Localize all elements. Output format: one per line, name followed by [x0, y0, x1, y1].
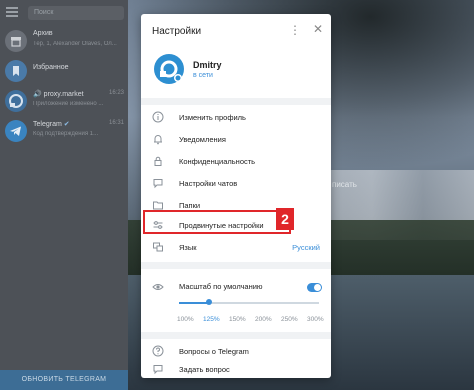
chat-item-archive[interactable]: Архив Тер, 1, Alexander Olaves, Ол...	[0, 26, 128, 56]
chat-preview: Тер, 1, Alexander Olaves, Ол...	[33, 41, 117, 47]
chat-item-proxy-market[interactable]: 🔊 proxy.market Приложение изменено ... 1…	[0, 86, 128, 116]
scale-slider[interactable]	[179, 299, 319, 305]
background-caption: писать	[332, 180, 357, 189]
menu-item-label: Папки	[179, 201, 201, 210]
chat-time: 16:31	[108, 120, 124, 126]
info-icon	[152, 111, 164, 123]
chat-bubble-icon	[153, 179, 163, 189]
chat-name: 🔊 proxy.market	[33, 91, 84, 98]
chat-name: Архив	[33, 30, 53, 37]
divider	[141, 98, 331, 105]
proxy-market-avatar	[5, 90, 27, 112]
chat-list-sidebar: Поиск Архив Тер, 1, Alexander Olaves, Ол…	[0, 0, 128, 390]
dialog-header: Настройки ⋮ ✕	[141, 14, 331, 48]
scale-label: Масштаб по умолчанию	[179, 282, 263, 291]
slider-knob[interactable]	[206, 299, 212, 305]
scale-option[interactable]: 125%	[203, 316, 220, 323]
help-icon	[152, 345, 164, 357]
chat-preview: Приложение изменено ...	[33, 101, 104, 107]
chat-name: Telegram ✔	[33, 121, 70, 128]
archive-icon	[5, 30, 27, 52]
default-scale-row[interactable]: Масштаб по умолчанию	[141, 276, 331, 298]
scale-option[interactable]: 200%	[255, 316, 272, 323]
scale-toggle[interactable]	[307, 283, 322, 292]
scale-option[interactable]: 300%	[307, 316, 324, 323]
menu-item-privacy[interactable]: Конфиденциальность	[141, 150, 331, 172]
menu-item-label: Задать вопрос	[179, 365, 230, 374]
close-icon[interactable]: ✕	[313, 23, 323, 35]
question-chat-icon	[153, 365, 163, 375]
profile-status: в сети	[193, 72, 213, 79]
scale-option[interactable]: 100%	[177, 316, 194, 323]
menu-item-chat-settings[interactable]: Настройки чатов	[141, 172, 331, 194]
menu-item-label: Конфиденциальность	[179, 157, 256, 166]
search-input[interactable]: Поиск	[28, 6, 124, 20]
menu-item-label: Вопросы о Telegram	[179, 347, 249, 356]
bookmark-icon	[5, 60, 27, 82]
chat-item-telegram[interactable]: Telegram ✔ Код подтверждения 1... 16:31	[0, 116, 128, 146]
menu-item-notifications[interactable]: Уведомления	[141, 128, 331, 150]
menu-item-language[interactable]: Язык Русский	[141, 236, 331, 258]
update-telegram-button[interactable]: ОБНОВИТЬ TELEGRAM	[0, 370, 128, 390]
more-options-icon[interactable]: ⋮	[289, 24, 301, 36]
scale-option[interactable]: 150%	[229, 316, 246, 323]
profile-block[interactable]: Dmitry в сети	[141, 50, 331, 100]
menu-item-ask-question[interactable]: Задать вопрос	[141, 358, 331, 378]
scale-options: 100% 125% 150% 200% 250% 300%	[177, 316, 327, 326]
avatar	[154, 54, 184, 84]
annotation-badge: 2	[276, 208, 294, 230]
dialog-title: Настройки	[152, 26, 202, 37]
hamburger-menu-icon[interactable]	[6, 7, 18, 17]
chat-time: 16:23	[108, 90, 124, 96]
lock-icon	[154, 156, 162, 166]
divider	[141, 262, 331, 269]
chat-name: Избранное	[33, 64, 69, 71]
chat-preview: Код подтверждения 1...	[33, 131, 99, 137]
menu-item-label: Уведомления	[179, 135, 226, 144]
eye-icon	[152, 284, 164, 290]
menu-item-edit-profile[interactable]: Изменить профиль	[141, 106, 331, 128]
bell-icon	[154, 135, 162, 145]
menu-item-label: Изменить профиль	[179, 113, 246, 122]
slider-fill	[179, 302, 209, 304]
language-icon	[153, 242, 163, 252]
menu-item-label: Язык	[179, 243, 197, 252]
highlight-box	[143, 210, 291, 234]
verified-icon: ✔	[63, 121, 70, 128]
telegram-logo-icon	[5, 120, 27, 142]
profile-name: Dmitry	[193, 60, 222, 70]
chat-item-saved[interactable]: Избранное	[0, 56, 128, 86]
divider	[141, 332, 331, 339]
language-value: Русский	[292, 243, 320, 252]
scale-option[interactable]: 250%	[281, 316, 298, 323]
menu-item-label: Настройки чатов	[179, 179, 238, 188]
settings-dialog: Настройки ⋮ ✕ Dmitry в сети Изменить про…	[141, 14, 331, 378]
